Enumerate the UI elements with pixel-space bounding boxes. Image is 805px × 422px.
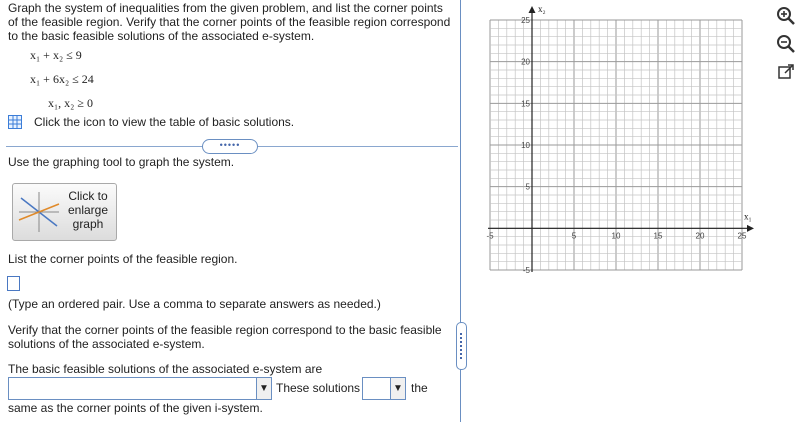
y-tick-label: -5 [523,266,531,275]
expand-button[interactable]: ••••• [202,139,258,154]
inequality-3-rhs: 0 [86,96,93,110]
y-tick-label: 5 [526,183,531,192]
bfs-select[interactable]: ▼ [8,377,272,400]
enlarge-graph-button[interactable]: Click to enlarge graph [12,183,117,241]
inequality-3-lhs: x₁, x₂ [48,96,75,110]
zoom-out-icon[interactable] [776,34,796,54]
corner-points-input[interactable] [7,276,20,291]
x-tick-label: 10 [612,231,621,240]
inequality-2-lhs: x₁ + 6x₂ [30,72,70,86]
x-tick-label: 15 [654,231,663,240]
inequality-1: x₁ + x₂ ≤ 9 [30,48,82,63]
bfs-prompt: The basic feasible solutions of the asso… [8,362,323,376]
inequality-1-op: ≤ [66,48,73,62]
verify-prompt: Verify that the corner points of the fea… [8,323,442,351]
inequality-2: x₁ + 6x₂ ≤ 24 [30,72,94,87]
pane-resize-handle[interactable] [456,322,467,370]
the-label: the [411,381,428,395]
x-tick-label: 25 [738,231,747,240]
x-tick-label: 5 [572,231,577,240]
these-solutions-label: These solutions [276,381,361,395]
y-tick-label: 25 [521,16,530,25]
chevron-down-icon: ▼ [256,378,271,399]
answer-hint: (Type an ordered pair. Use a comma to se… [8,297,381,311]
inequality-3: x₁, x₂ ≥ 0 [48,96,93,111]
y-tick-label: 10 [521,141,530,150]
y-tick-label: 15 [521,99,530,108]
zoom-in-icon[interactable] [776,6,796,26]
inequality-2-op: ≤ [72,72,79,86]
y-tick-label: 20 [521,58,530,67]
coordinate-graph[interactable]: x₁ x₂ -5 5 10 15 20 25 25 20 15 10 5 -5 [480,0,765,290]
x-axis-label: x₁ [744,211,752,221]
y-axis-label: x₂ [538,4,546,14]
chevron-down-icon: ▼ [390,378,405,399]
inequality-1-lhs: x₁ + x₂ [30,48,64,62]
x-axis-arrow-icon [747,224,754,232]
graph-thumbnail-icon [18,192,60,232]
y-axis-arrow-icon [528,6,536,13]
problem-instructions: Graph the system of inequalities from th… [8,1,451,43]
enlarge-graph-label: Click to enlarge graph [67,189,109,231]
inequality-2-rhs: 24 [81,72,94,86]
comparison-select[interactable]: ▼ [362,377,406,400]
table-link-text: Click the icon to view the table of basi… [34,115,295,129]
graph-instruction: Use the graphing tool to graph the syste… [8,155,235,169]
table-icon[interactable] [8,115,22,129]
x-tick-label: -5 [486,231,494,240]
popout-icon[interactable] [777,63,795,81]
same-as-text: same as the corner points of the given i… [8,401,263,415]
corner-points-prompt: List the corner points of the feasible r… [8,252,238,266]
x-tick-label: 20 [696,231,705,240]
inequality-1-rhs: 9 [75,48,82,62]
inequality-3-op: ≥ [77,96,84,110]
